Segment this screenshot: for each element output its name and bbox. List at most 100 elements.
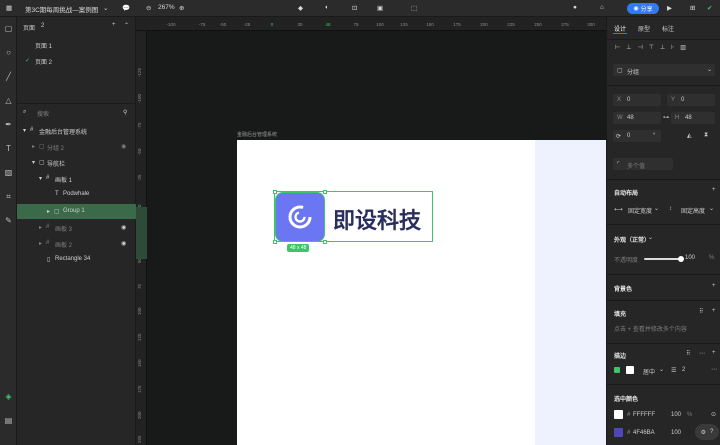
check-circle-icon[interactable]: ✔	[707, 4, 712, 12]
brush-tool-icon[interactable]: ✎	[3, 215, 14, 226]
filter-icon[interactable]: ⚲	[123, 109, 127, 116]
boolean-icon[interactable]: ▣	[377, 4, 383, 12]
eye-icon[interactable]: ◉	[121, 224, 126, 231]
layer-row[interactable]: ▸ ▢ 分组 2 ◉	[17, 139, 136, 154]
corner-radius-field[interactable]: ⌜ 多个值	[613, 158, 673, 170]
fixed-width-select[interactable]: 固定宽度	[628, 206, 652, 215]
chevron-down-icon[interactable]: ▾	[23, 127, 26, 134]
ellipse-tool-icon[interactable]: ○	[3, 47, 14, 58]
chevron-right-icon[interactable]: ▸	[47, 208, 50, 215]
tab-prototype[interactable]: 原型	[638, 24, 650, 33]
settings-icon[interactable]: ⚙	[701, 429, 706, 436]
help-icon[interactable]: ?	[710, 429, 713, 435]
chevron-down-icon[interactable]: ▾	[32, 159, 35, 166]
chevron-down-icon[interactable]: ⌄	[659, 366, 664, 373]
layer-row[interactable]: ▾ ▢ 导航栏	[17, 155, 136, 170]
layer-row[interactable]: ▾ # 金融后台管理系统	[17, 123, 136, 138]
add-icon[interactable]: +	[712, 350, 716, 356]
color-swatch-white[interactable]	[614, 410, 623, 419]
chevron-down-icon[interactable]: ⌄	[648, 234, 653, 241]
search-icon[interactable]: ⌕	[23, 109, 26, 116]
align-toolbar[interactable]: ⊢⊥⊣⊤⊥⊦▥	[615, 44, 692, 51]
component-icon[interactable]: ◆	[298, 4, 303, 12]
rotation-field[interactable]: ⟳ 0 °	[613, 130, 661, 142]
tab-design[interactable]: 设计	[614, 24, 626, 33]
zoom-level[interactable]: 267%	[158, 4, 175, 11]
collapse-icon[interactable]: ⌃	[124, 22, 129, 29]
assets-icon[interactable]: ▤	[3, 415, 14, 426]
chevron-down-icon[interactable]: ⌄	[709, 205, 714, 212]
group-type-select[interactable]: ▢ 分组 ⌄	[613, 64, 715, 76]
add-page-icon[interactable]: +	[112, 22, 116, 28]
opacity-slider-thumb[interactable]	[678, 256, 684, 262]
line-tool-icon[interactable]: ╱	[3, 71, 14, 82]
chevron-down-icon[interactable]: ⌄	[654, 205, 659, 212]
eye-icon[interactable]: ◉	[121, 240, 126, 247]
chevron-down-icon[interactable]: ▾	[39, 175, 42, 182]
library-icon[interactable]: ⌂	[600, 4, 604, 11]
flip-vertical-icon[interactable]: ⧗	[704, 132, 708, 139]
canvas[interactable]: -100 -75 -50 -25 0 30 48 75 100 125 150 …	[136, 17, 606, 445]
layer-row[interactable]: T Podwhale	[17, 187, 136, 202]
text-tool-icon[interactable]: T	[3, 143, 14, 154]
grid-icon[interactable]: ⊞	[690, 4, 695, 12]
search-input[interactable]: 搜索	[37, 109, 49, 118]
add-icon[interactable]: +	[712, 308, 716, 314]
zoom-in-icon[interactable]: ⊕	[179, 4, 184, 12]
stroke-align-select[interactable]: 居中	[643, 367, 655, 376]
file-title[interactable]: 第3C期每周挑战—案例图	[25, 4, 98, 14]
color-opacity[interactable]: 100	[671, 430, 681, 436]
avatar[interactable]: ●	[573, 4, 577, 11]
layer-row[interactable]: ▸ # 画板 3 ◉	[17, 220, 136, 235]
stroke-width-value[interactable]: 2	[682, 367, 685, 373]
mask-icon[interactable]: ◐	[325, 4, 329, 11]
y-field[interactable]: Y 0	[667, 94, 715, 106]
height-field[interactable]: H 48	[671, 112, 715, 124]
page-item-active[interactable]: ✓ 页面 2	[17, 53, 136, 68]
frame-label[interactable]: 金融后台管理系统	[237, 131, 277, 138]
floating-help[interactable]: ⚙ ?	[695, 424, 719, 440]
chevron-down-icon[interactable]: ⌄	[103, 4, 108, 12]
page-item[interactable]: 页面 1	[17, 37, 136, 52]
resize-handle[interactable]	[323, 240, 327, 244]
width-field[interactable]: W 48	[613, 112, 661, 124]
resize-handle[interactable]	[273, 240, 277, 244]
slice-tool-icon[interactable]: ⌗	[3, 191, 14, 202]
pen-tool-icon[interactable]: ✒	[3, 119, 14, 130]
layer-row[interactable]: ▸ # 画板 2 ◉	[17, 236, 136, 251]
stroke-swatch[interactable]	[626, 366, 634, 374]
stroke-checkbox[interactable]	[614, 367, 620, 373]
x-field[interactable]: X 0	[613, 94, 661, 106]
link-icon[interactable]: ⊶	[663, 114, 669, 121]
frame-tool-icon[interactable]: ▢	[3, 23, 14, 34]
resize-handle[interactable]	[273, 190, 277, 194]
color-swatch-purple[interactable]	[614, 428, 623, 437]
logo-tile[interactable]	[275, 192, 325, 242]
crop-icon[interactable]: ⊡	[352, 4, 357, 12]
resize-handle[interactable]	[323, 190, 327, 194]
chevron-right-icon[interactable]: ▸	[39, 224, 42, 231]
comment-icon[interactable]: 💬	[122, 4, 130, 12]
color-hex[interactable]: FFFFFF	[633, 412, 655, 418]
fixed-height-select[interactable]: 固定高度	[681, 206, 705, 215]
flip-horizontal-icon[interactable]: ◭	[687, 132, 692, 139]
appearance-title[interactable]: 外观（正常）	[614, 235, 650, 244]
opacity-slider[interactable]	[644, 256, 684, 262]
artboard[interactable]: 即设科技 48 x 48	[237, 140, 606, 445]
style-grid-icon[interactable]: ⠿	[699, 308, 703, 315]
layer-row-selected[interactable]: ▸ ▢ Group 1	[17, 204, 136, 219]
triangle-tool-icon[interactable]: △	[3, 95, 14, 106]
stroke-options-icon[interactable]: ⋯	[711, 366, 717, 373]
share-button[interactable]: ◉ 分享	[627, 3, 659, 14]
target-icon[interactable]: ⊙	[711, 411, 716, 418]
chevron-right-icon[interactable]: ▸	[39, 240, 42, 247]
tab-annotate[interactable]: 标注	[662, 24, 674, 33]
play-icon[interactable]: ▶	[667, 4, 672, 12]
image-tool-icon[interactable]: ▨	[3, 167, 14, 178]
frame-fit-icon[interactable]: ⬚	[411, 4, 417, 12]
layers-icon[interactable]: ◈	[3, 391, 14, 402]
opacity-value[interactable]: 100	[685, 255, 695, 261]
zoom-out-icon[interactable]: ⊖	[146, 4, 151, 12]
menu-icon[interactable]: ▦	[6, 4, 12, 12]
chevron-right-icon[interactable]: ▸	[32, 143, 35, 150]
